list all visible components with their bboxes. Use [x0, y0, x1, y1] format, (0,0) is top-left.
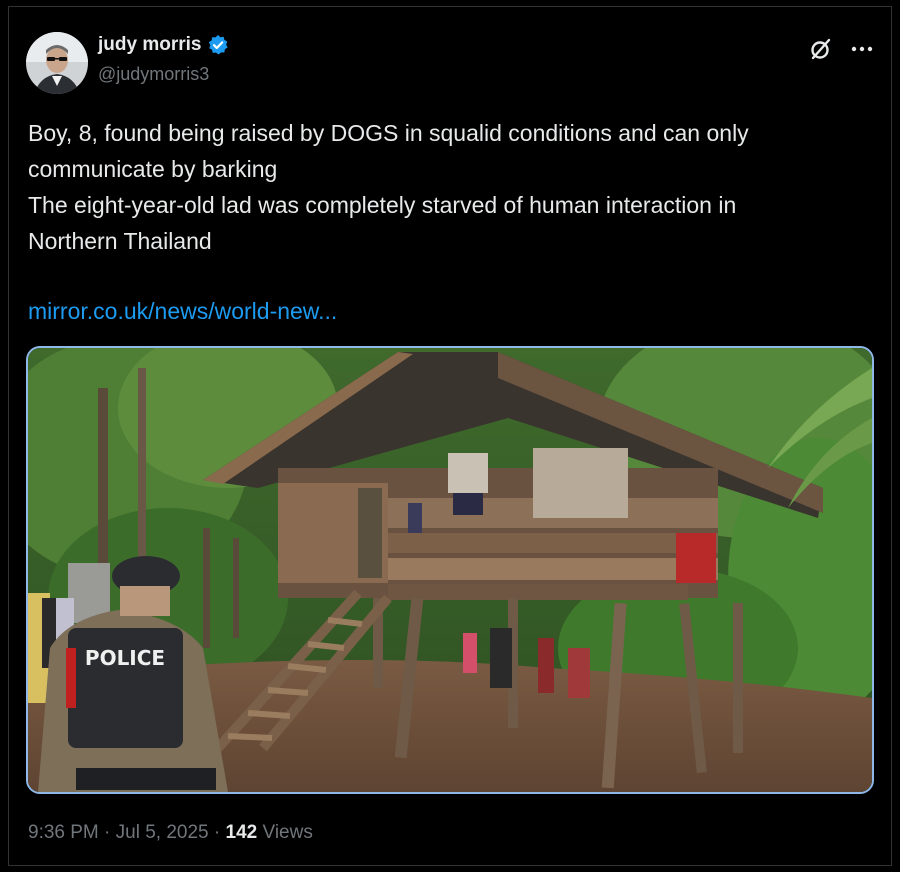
police-vest-label: POLICE [85, 646, 165, 670]
tweet-time[interactable]: 9:36 PM [28, 822, 99, 843]
tweet-text: Boy, 8, found being raised by DOGS in sq… [28, 115, 868, 259]
grok-icon[interactable] [808, 36, 834, 62]
article-link[interactable]: mirror.co.uk/news/world-new... [28, 293, 337, 329]
tweet-date[interactable]: Jul 5, 2025 [116, 822, 209, 843]
avatar[interactable] [26, 32, 88, 94]
author-name-row: judy morris [98, 34, 229, 56]
tweet-photo[interactable]: POLICE [26, 346, 874, 794]
tweet-text-line: communicate by barking [28, 156, 278, 182]
tweet-meta: 9:36 PM · Jul 5, 2025 · 142 Views [28, 822, 313, 844]
author-name[interactable]: judy morris [98, 34, 201, 56]
views-label: Views [257, 822, 313, 843]
more-options-icon[interactable] [848, 38, 876, 60]
tweet-text-line: Boy, 8, found being raised by DOGS in sq… [28, 120, 749, 146]
views-count: 142 [225, 822, 258, 843]
meta-separator: · [208, 822, 226, 843]
meta-separator: · [98, 822, 116, 843]
author-handle[interactable]: @judymorris3 [98, 64, 209, 85]
tweet-text-line: The eight-year-old lad was completely st… [28, 192, 737, 218]
verified-badge-icon [207, 34, 229, 56]
tweet-text-line: Northern Thailand [28, 228, 212, 254]
